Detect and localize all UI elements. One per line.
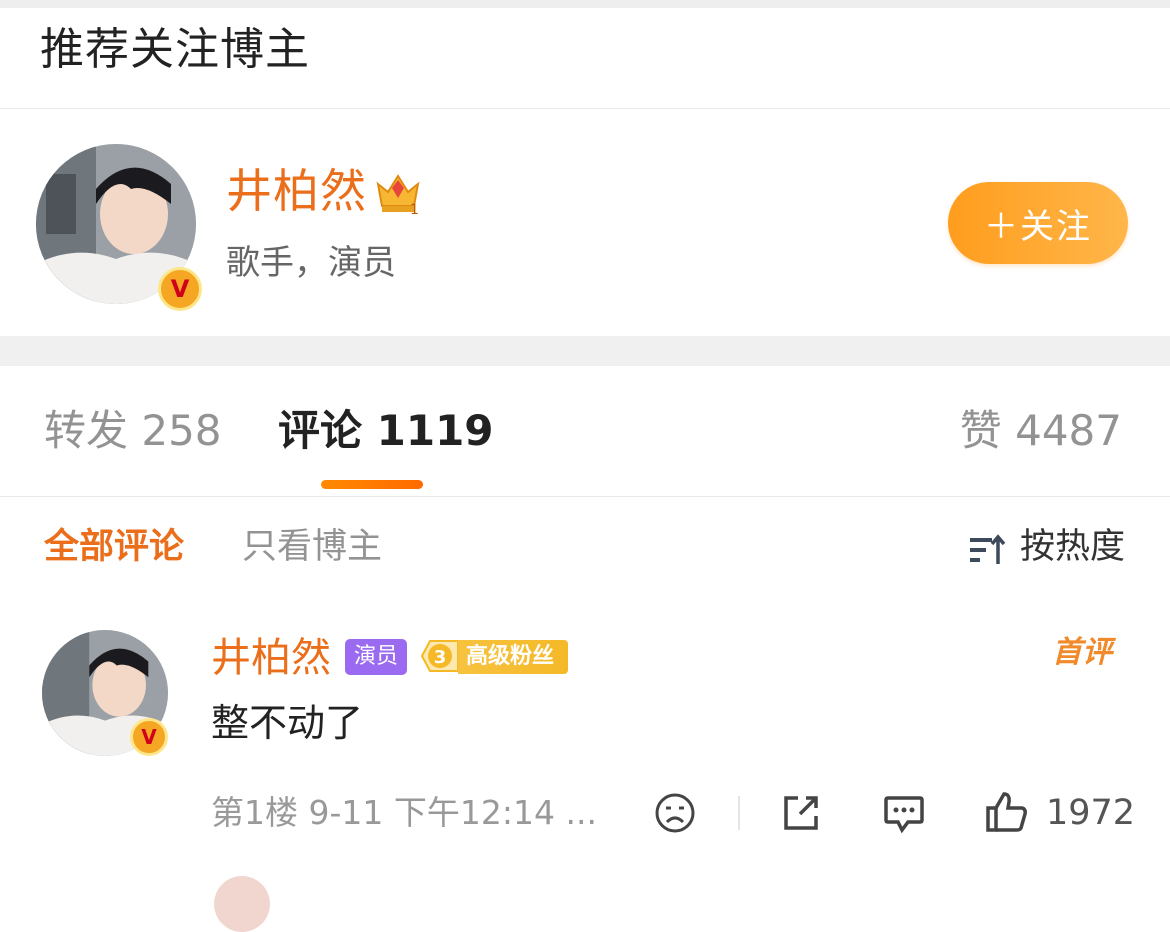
fan-label: 高级粉丝	[458, 640, 568, 674]
filter-blogger-only[interactable]: 只看博主	[242, 530, 382, 565]
verified-v-icon: V	[158, 267, 202, 311]
dislike-face-icon[interactable]	[654, 792, 696, 834]
share-icon[interactable]	[780, 792, 822, 834]
author-tag: 演员	[345, 639, 407, 675]
sort-icon[interactable]	[968, 532, 1008, 568]
divider	[0, 496, 1170, 497]
crown-level: 1	[410, 202, 419, 216]
like-thumb-icon[interactable]	[984, 790, 1028, 834]
like-count: 1972	[1046, 793, 1136, 833]
fan-level-icon: 3	[420, 640, 459, 672]
top-gray-strip	[0, 0, 1170, 8]
blogger-description: 歌手，演员	[226, 243, 396, 283]
recommend-section-title: 推荐关注博主	[40, 24, 310, 75]
action-divider	[738, 796, 740, 830]
section-gap	[0, 336, 1170, 366]
next-comment-avatar	[214, 876, 270, 932]
verified-v-icon: V	[130, 718, 168, 756]
comment-meta: 第1楼 9-11 下午12:14 ...	[211, 793, 597, 832]
tab-like[interactable]: 赞 4487	[960, 410, 1122, 452]
tab-comment[interactable]: 评论 1119	[278, 410, 494, 452]
sort-by-hot[interactable]: 按热度	[1020, 530, 1125, 565]
blogger-name[interactable]: 井柏然	[226, 168, 367, 214]
fan-level-number: 3	[434, 647, 447, 668]
comment-icon[interactable]	[882, 792, 926, 834]
comment-text: 整不动了	[211, 701, 364, 745]
active-tab-indicator	[321, 480, 423, 489]
follow-button[interactable]: ＋关注	[948, 182, 1128, 264]
filter-all-comments[interactable]: 全部评论	[44, 530, 184, 565]
first-comment-mark: 首评	[1052, 635, 1112, 670]
tab-repost[interactable]: 转发 258	[44, 410, 222, 452]
divider	[0, 108, 1170, 109]
comment-author[interactable]: 井柏然	[211, 638, 331, 678]
crown-icon: 1	[376, 174, 420, 216]
